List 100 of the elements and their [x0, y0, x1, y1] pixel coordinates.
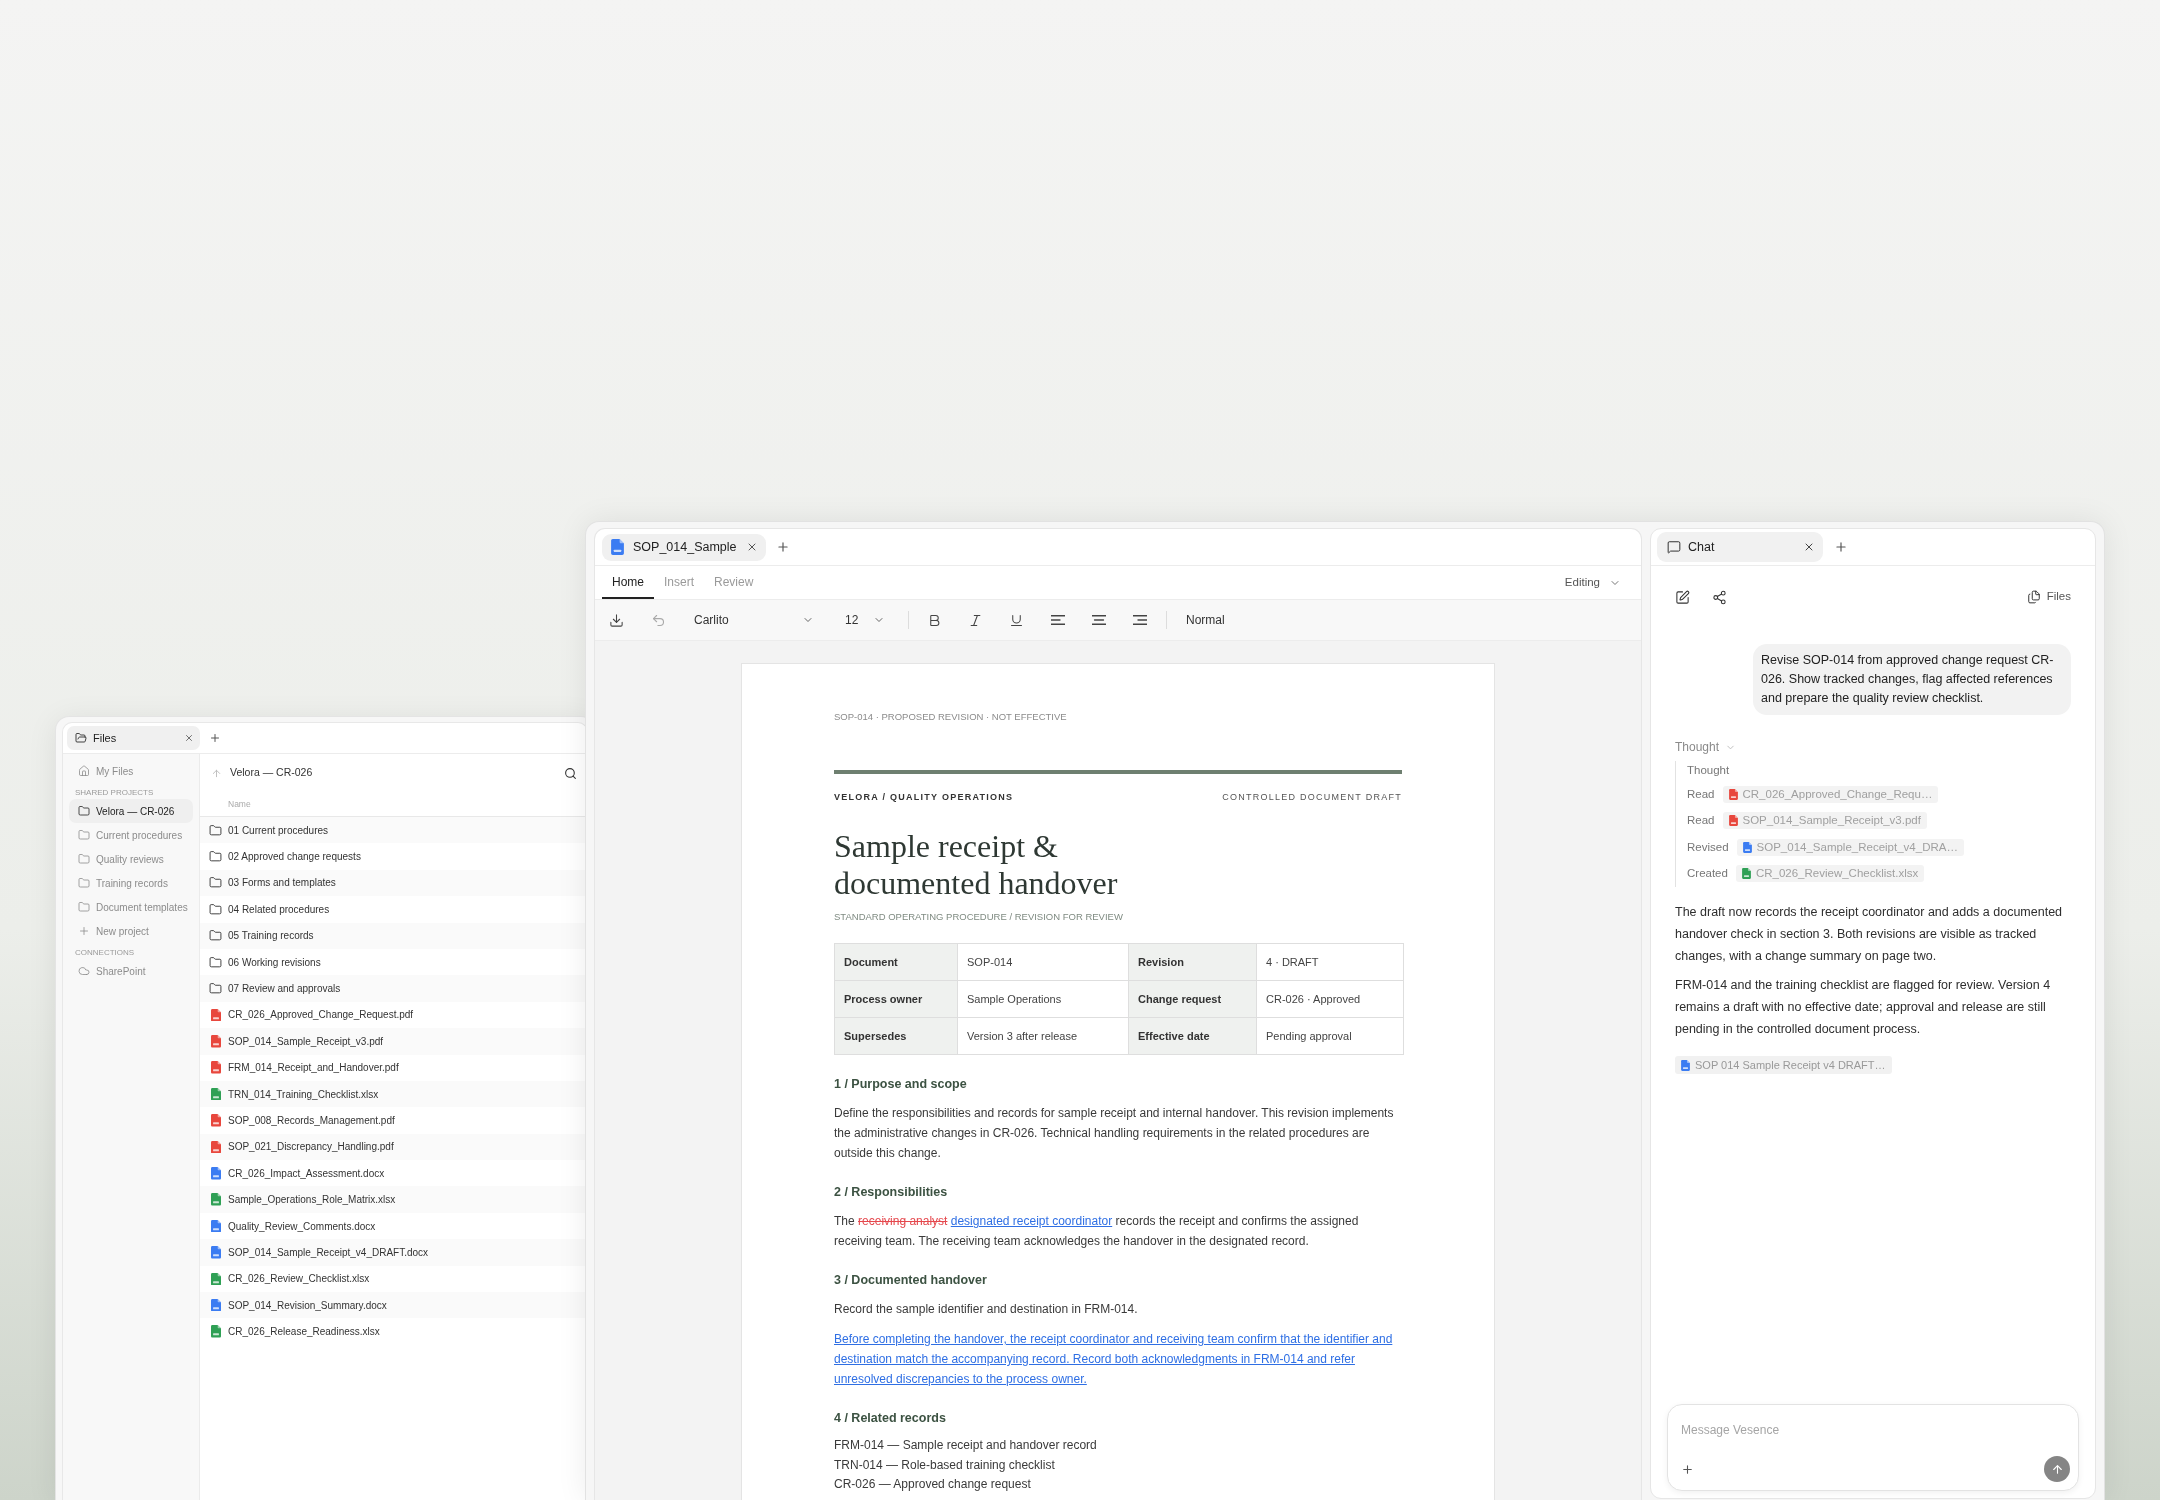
section-label: SHARED PROJECTS	[75, 787, 154, 799]
close-icon[interactable]	[184, 733, 194, 743]
table-label-cell: Process owner	[834, 980, 958, 1018]
table-cell: Version 3 after release	[957, 1017, 1129, 1055]
file-icon	[210, 1325, 221, 1338]
assistant-message: The draft now records the receipt coordinator and adds a documented handover check in section 3. Both revisions are visible as tracked changes, with a change summary on page two.	[1675, 904, 2064, 965]
step-label: Read	[1687, 786, 1715, 802]
step-label: Read	[1687, 813, 1715, 829]
user-message: Revise SOP-014 from approved change request CR-026. Show tracked changes, flag affected references and prepare the quality review checklist.	[1753, 644, 2071, 715]
section-heading: 2 / Responsibilities	[834, 1184, 949, 1201]
file-row[interactable]: SOP_014_Sample_Receipt_v3.pdf	[200, 1028, 587, 1055]
documents-icon	[2026, 590, 2041, 604]
mode-dropdown[interactable]: Editing	[1564, 573, 1634, 592]
underline-icon[interactable]	[1009, 612, 1024, 628]
search-icon[interactable]	[564, 766, 577, 780]
italic-icon[interactable]	[968, 612, 983, 628]
file-icon	[210, 1246, 221, 1259]
document-title: Sample receipt & documented handover	[834, 828, 1119, 902]
step-label: Created	[1687, 866, 1728, 882]
table-cell: Sample Operations	[957, 980, 1129, 1018]
file-icon	[1728, 788, 1738, 800]
folder-icon	[209, 823, 222, 837]
file-row[interactable]: SOP_014_Sample_Receipt_v4_DRAFT.docx	[200, 1239, 587, 1266]
arrow-up-icon	[2050, 1462, 2064, 1476]
table-label-cell: Supersedes	[834, 1017, 958, 1055]
file-icon	[210, 1298, 221, 1312]
file-row[interactable]: 01 Current procedures	[200, 817, 587, 844]
table-label-cell: Document	[834, 943, 958, 981]
file-row[interactable]: 07 Review and approvals	[200, 975, 587, 1002]
folder-icon	[209, 982, 222, 996]
file-icon	[1742, 841, 1752, 853]
section-heading: 4 / Related records	[834, 1410, 947, 1427]
align-right-icon[interactable]	[1132, 615, 1147, 625]
section-heading: 3 / Documented handover	[834, 1272, 988, 1289]
file-row[interactable]: SOP_021_Discrepancy_Handling.pdf	[200, 1133, 587, 1161]
font-size-select[interactable]: 12	[845, 611, 885, 629]
paragraph-text: Record the sample identifier and destination in FRM-014.	[834, 1301, 1139, 1318]
file-row[interactable]: TRN_014_Training_Checklist.xlsx	[200, 1080, 587, 1108]
plus-icon[interactable]	[209, 732, 221, 744]
step-label: Revised	[1687, 839, 1729, 855]
folder-icon	[209, 902, 222, 916]
bold-icon[interactable]	[927, 612, 942, 628]
paragraph-text: The receiving analyst designated receipt coordinator records the receipt and confirms the assigned receiving team. The receiving team acknowledges the handover in the designated record.	[834, 1213, 1360, 1250]
file-icon	[210, 1008, 221, 1022]
assistant-message: FRM-014 and the training checklist are flagged for review. Version 4 remains a draft with no effective date; approval and release are still pending in the controlled document process.	[1675, 977, 2052, 1038]
folder-icon	[209, 955, 222, 969]
file-icon	[210, 1140, 221, 1154]
font-select[interactable]: Carlito	[694, 611, 814, 629]
close-icon[interactable]	[746, 541, 758, 553]
file-row[interactable]: 03 Forms and templates	[200, 869, 587, 897]
folder-icon	[209, 876, 222, 890]
file-icon	[210, 1035, 221, 1048]
list-item: TRN-014 — Role-based training checklist	[834, 1456, 1056, 1474]
share-icon[interactable]	[1712, 589, 1727, 605]
folder-icon	[78, 853, 90, 865]
file-icon	[611, 539, 624, 555]
file-icon	[1741, 868, 1751, 880]
folder-icon	[209, 850, 222, 864]
plus-icon	[78, 925, 90, 937]
files-tab[interactable]: Files	[67, 726, 200, 750]
section-heading: 1 / Purpose and scope	[834, 1076, 968, 1093]
style-select[interactable]: Normal	[1186, 611, 1225, 629]
file-icon	[1681, 1059, 1690, 1071]
message-input[interactable]: Message Vesence	[1681, 1421, 2070, 1439]
file-row[interactable]: Sample_Operations_Role_Matrix.xlsx	[200, 1186, 587, 1213]
file-icon	[210, 1193, 221, 1206]
file-icon	[210, 1272, 221, 1286]
list-item: FRM-014 — Sample receipt and handover record	[834, 1437, 1098, 1454]
folder-icon	[209, 929, 222, 943]
download-icon[interactable]	[609, 612, 624, 628]
table-label-cell: Change request	[1128, 980, 1257, 1018]
sidebar-item[interactable]: Velora — CR-026	[69, 799, 193, 823]
paragraph-text: Before completing the handover, the receipt coordinator and receiving team confirm that the identifier and destination match the accompanying record. Record both acknowledgments in FRM-014 and refer unresolved discrepancies to the process owner.	[834, 1331, 1394, 1388]
document-tab[interactable]: SOP_014_Sample	[602, 533, 766, 561]
home-icon	[78, 765, 90, 777]
folder-icon	[78, 901, 90, 913]
edit-icon[interactable]	[1675, 589, 1690, 605]
align-center-icon[interactable]	[1091, 615, 1106, 625]
status-label: CONTROLLED DOCUMENT DRAFT	[1222, 791, 1402, 804]
running-header: SOP-014 · PROPOSED REVISION · NOT EFFECTIVE	[834, 710, 1068, 724]
column-header: Name	[228, 797, 251, 811]
file-row[interactable]: 05 Training records	[200, 922, 587, 949]
thought-toggle[interactable]: Thought	[1675, 739, 1737, 755]
list-item: CR-026 — Approved change request	[834, 1476, 1032, 1493]
files-button[interactable]: Files	[2026, 588, 2071, 606]
send-button[interactable]	[2044, 1456, 2070, 1482]
align-left-icon[interactable]	[1050, 615, 1065, 625]
file-row[interactable]: SOP_014_Revision_Summary.docx	[200, 1292, 587, 1319]
section-label: CONNECTIONS	[75, 947, 135, 959]
folder-icon	[78, 877, 90, 889]
close-icon[interactable]	[1803, 541, 1815, 553]
chat-tab[interactable]: Chat	[1657, 532, 1823, 562]
folder-path: Velora — CR-026	[230, 765, 313, 781]
step-label: Thought	[1687, 763, 1730, 779]
table-label-cell: Revision	[1128, 943, 1257, 981]
file-icon	[210, 1219, 221, 1233]
plus-icon[interactable]	[1681, 1462, 1694, 1476]
table-cell: CR-026 · Approved	[1256, 980, 1404, 1018]
folder-icon	[78, 805, 90, 817]
folder-icon	[75, 732, 87, 744]
